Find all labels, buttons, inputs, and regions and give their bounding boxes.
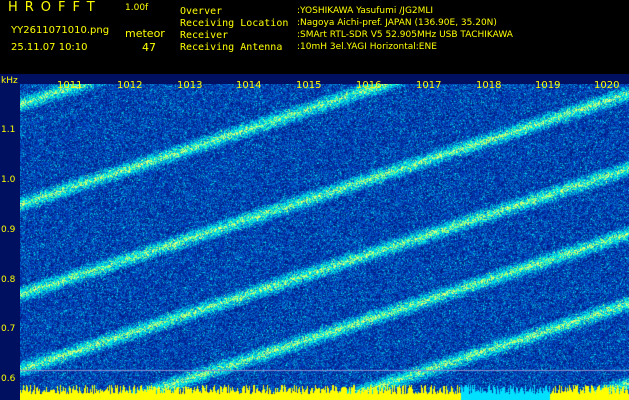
time-tick: 1017 [416, 80, 442, 91]
info-key-antenna: Receiving Antenna [180, 42, 283, 53]
freq-tick: 0.7 [1, 324, 16, 334]
time-tick: 1014 [236, 80, 262, 91]
freq-tick: 1.1 [1, 125, 16, 135]
time-tick: 1011 [57, 80, 83, 91]
info-value-antenna: :10mH 3el.YAGI Horizontal:ENE [297, 42, 437, 52]
freq-tick: 0.9 [1, 225, 16, 235]
spectrogram-canvas [20, 84, 629, 400]
time-tick: 1016 [356, 80, 382, 91]
app-title: HROFFT [8, 0, 102, 15]
info-value-observer: :YOSHIKAWA Yasufumi /JG2MLI [297, 6, 434, 16]
timestamp: 25.11.07 10:10 [11, 42, 88, 53]
time-tick: 1019 [535, 80, 561, 91]
info-value-receiver: :SMArt RTL-SDR V5 52.905MHz USB TACHIKAW… [297, 30, 513, 40]
version-label: 1.00f [125, 3, 149, 13]
meteor-label: meteor [125, 27, 165, 40]
info-value-location: :Nagoya Aichi-pref. JAPAN (136.90E, 35.2… [297, 18, 497, 28]
info-key-location: Receiving Location [180, 18, 289, 29]
time-tick: 1012 [117, 80, 143, 91]
info-key-observer: Overver [180, 6, 223, 17]
freq-tick: 0.6 [1, 374, 16, 384]
file-name: YY2611071010.png [11, 25, 110, 36]
time-tick: 1018 [476, 80, 502, 91]
spectrogram-panel: kHz 1.1 1.0 0.9 0.8 0.7 0.6 1011 1012 10… [0, 74, 629, 400]
meteor-count: 47 [142, 41, 156, 54]
time-tick: 1013 [177, 80, 203, 91]
info-key-receiver: Receiver [180, 30, 229, 41]
time-tick: 1020 [594, 80, 620, 91]
freq-tick: 0.8 [1, 275, 16, 285]
time-tick: 1015 [296, 80, 322, 91]
freq-unit-label: kHz [1, 76, 18, 86]
header-panel: HROFFT 1.00f YY2611071010.png 25.11.07 1… [0, 0, 629, 74]
freq-tick: 1.0 [1, 175, 16, 185]
